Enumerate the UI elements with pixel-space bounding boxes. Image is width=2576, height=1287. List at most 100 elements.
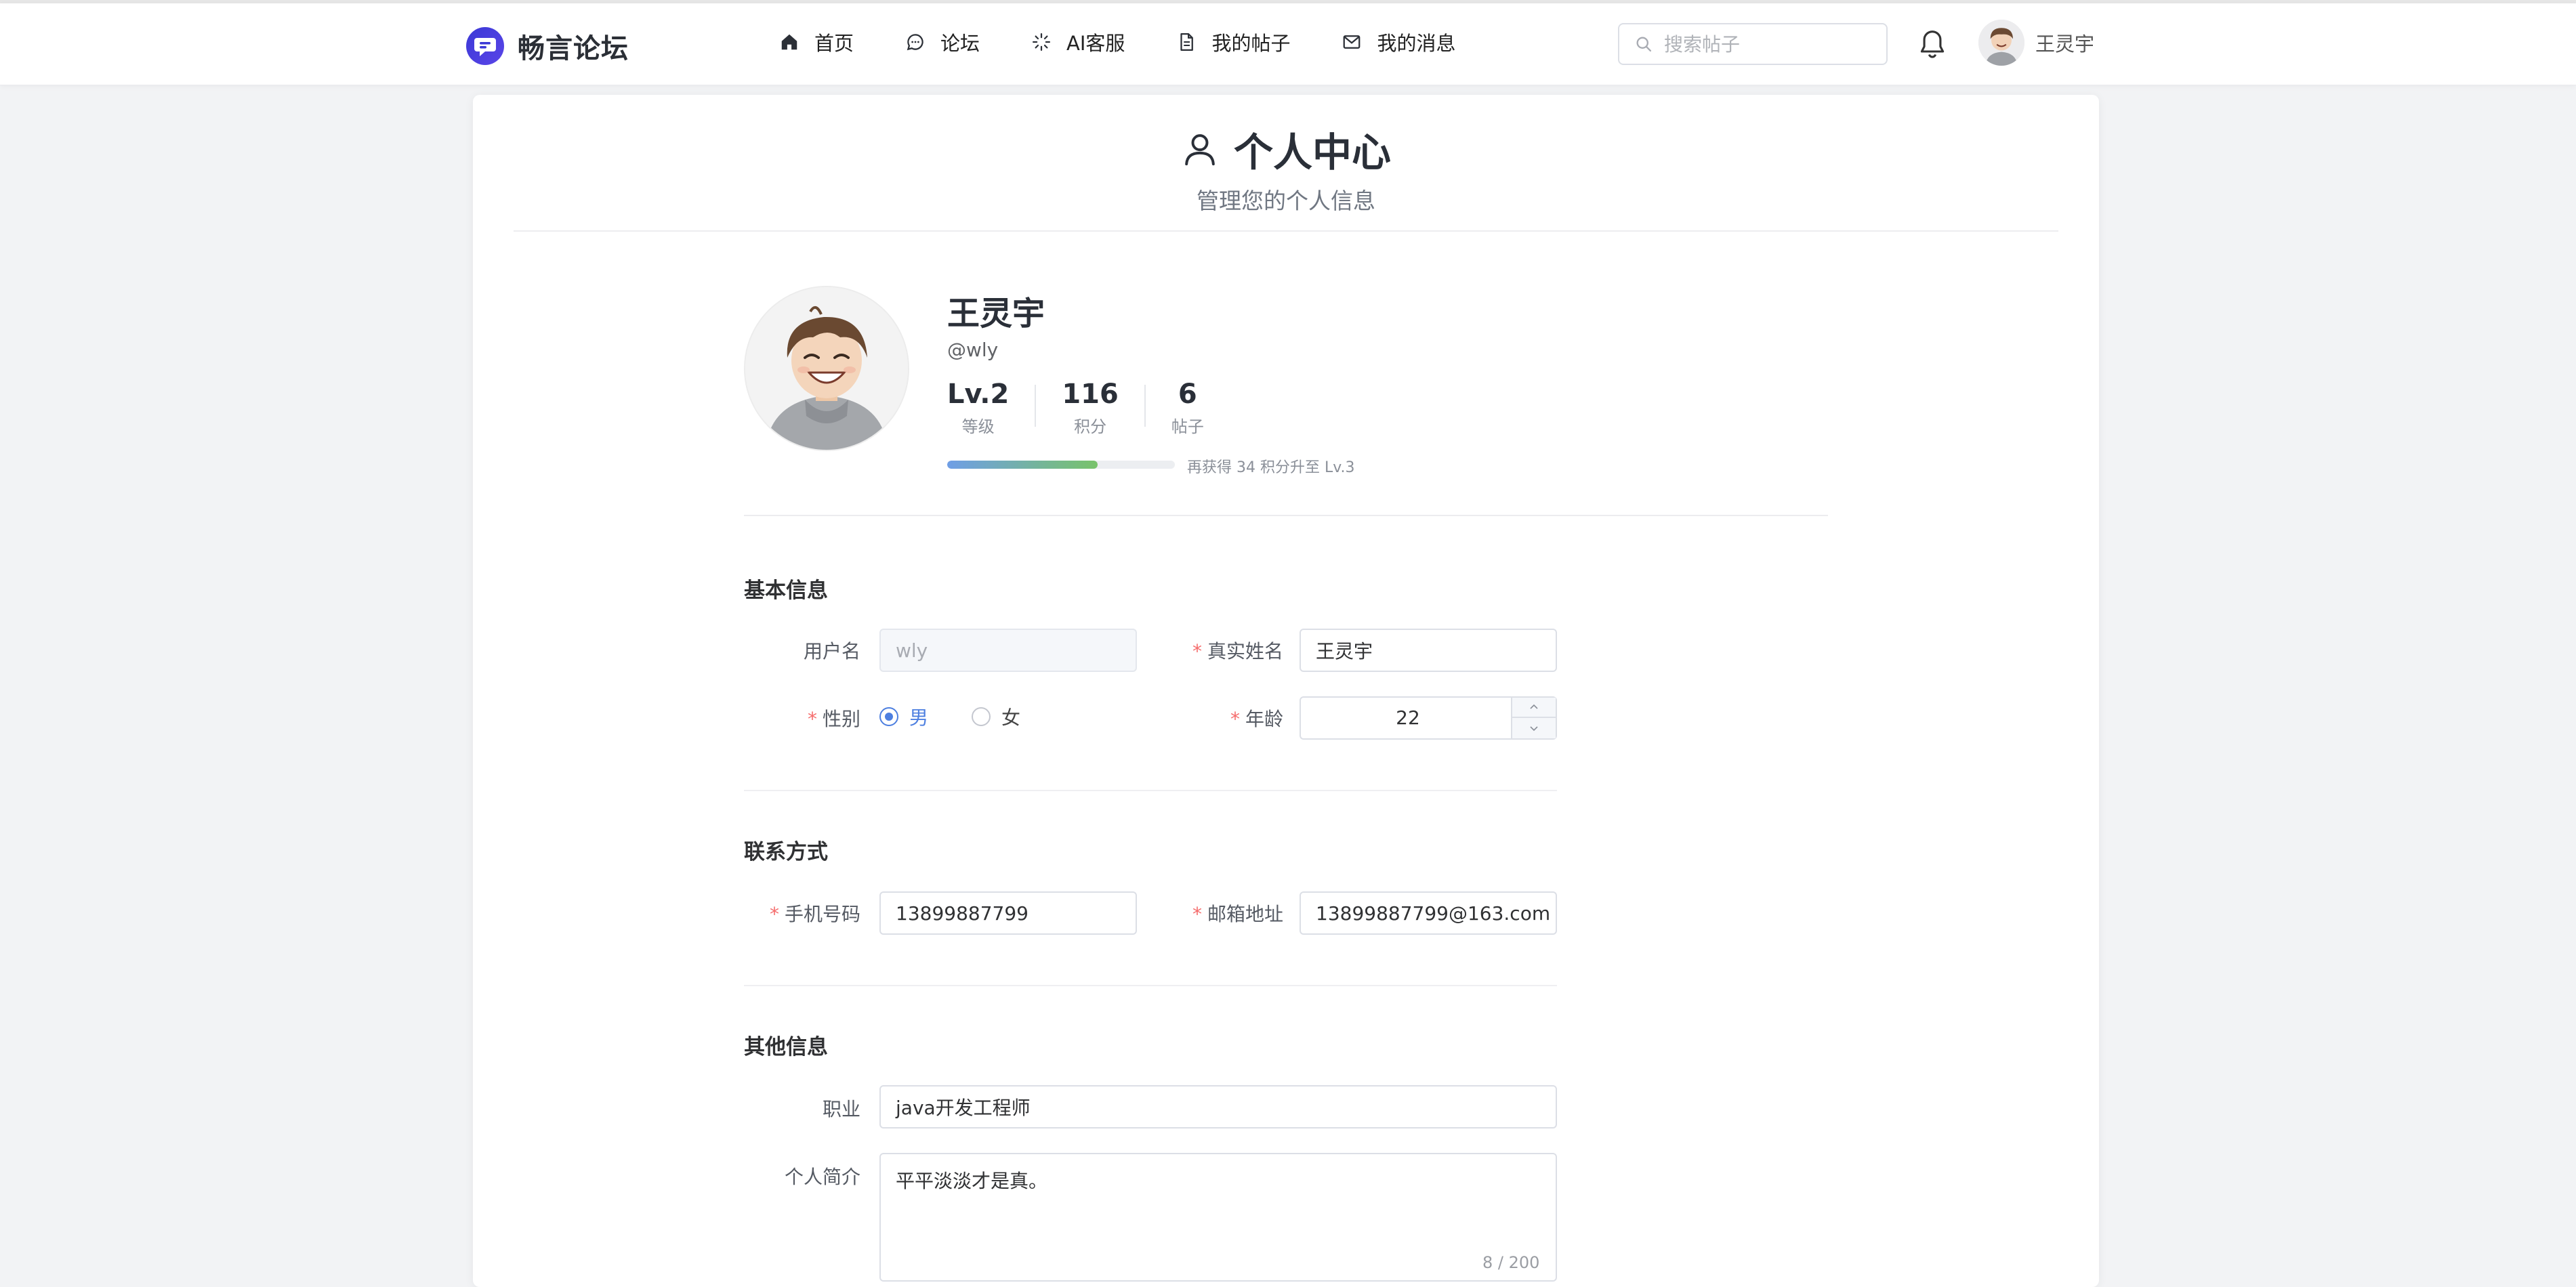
page-header: 个人中心 管理您的个人信息 xyxy=(473,121,2099,215)
bio-textarea[interactable]: 平平淡淡才是真。 xyxy=(879,1153,1557,1282)
stat-value: 116 xyxy=(1062,379,1119,410)
age-value[interactable]: 22 xyxy=(1301,698,1515,738)
profile-card: 个人中心 管理您的个人信息 王灵宇 @wly Lv.2 等级 116 积分 6 … xyxy=(473,95,2099,1287)
required-mark: * xyxy=(1230,708,1240,730)
phone-value: 13899887799 xyxy=(896,902,1029,925)
realname-label: * 真实姓名 xyxy=(1150,637,1283,664)
nav-item-label: 首页 xyxy=(814,32,854,55)
job-field[interactable]: java开发工程师 xyxy=(879,1085,1557,1128)
gender-label: * 性别 xyxy=(744,704,860,732)
page-title: 个人中心 xyxy=(1181,121,1391,177)
user-icon xyxy=(1185,134,1215,166)
stat-value: Lv.2 xyxy=(947,379,1010,410)
search-box[interactable] xyxy=(1618,23,1888,65)
phone-label: * 手机号码 xyxy=(744,900,860,927)
bio-label: 个人简介 xyxy=(744,1162,860,1189)
stat-points: 116 积分 xyxy=(1062,379,1119,437)
radio-label: 女 xyxy=(1001,706,1021,729)
required-mark: * xyxy=(1192,640,1202,662)
email-field[interactable]: 13899887799@163.com xyxy=(1300,891,1557,935)
page-title-text: 个人中心 xyxy=(1233,129,1391,175)
increment-button[interactable] xyxy=(1512,698,1556,718)
main-nav: 首页 论坛 AI客服 我的帖子 我的消息 xyxy=(779,28,1507,56)
age-stepper[interactable]: 22 xyxy=(1300,696,1557,740)
profile-name: 王灵宇 xyxy=(947,295,1045,333)
section-divider xyxy=(744,985,1557,986)
profile-avatar[interactable] xyxy=(744,286,909,451)
email-label: * 邮箱地址 xyxy=(1150,900,1283,927)
chevron-down-icon xyxy=(1530,726,1538,732)
nav-item-my-posts[interactable]: 我的帖子 xyxy=(1176,28,1290,56)
username-label-text: 用户名 xyxy=(803,640,860,662)
stat-label: 帖子 xyxy=(1171,417,1204,436)
gender-radio-female[interactable]: 女 xyxy=(972,703,1020,730)
required-mark: * xyxy=(807,708,817,730)
header-user-menu[interactable]: 王灵宇 xyxy=(1978,20,2094,66)
radio-dot xyxy=(879,707,898,726)
section-title-other: 其他信息 xyxy=(744,1035,828,1059)
header-avatar xyxy=(1978,20,2024,66)
email-label-text: 邮箱地址 xyxy=(1207,903,1283,925)
level-progress-bar xyxy=(947,461,1175,469)
level-progress-text: 再获得 34 积分升至 Lv.3 xyxy=(1187,459,1355,476)
email-value: 13899887799@163.com xyxy=(1316,902,1551,925)
page-subtitle: 管理您的个人信息 xyxy=(1197,188,1375,214)
profile-stats: Lv.2 等级 116 积分 6 帖子 xyxy=(947,379,1204,437)
top-navbar: 畅言论坛 首页 论坛 AI客服 我的帖子 我的消息 搜索帖子 王灵宇 xyxy=(0,3,2576,85)
phone-label-text: 手机号码 xyxy=(784,903,860,925)
nav-item-my-messages[interactable]: 我的消息 xyxy=(1342,28,1455,56)
realname-field[interactable]: 王灵宇 xyxy=(1300,629,1557,672)
bio-label-text: 个人简介 xyxy=(784,1166,860,1188)
username-value: wly xyxy=(896,639,928,662)
job-label: 职业 xyxy=(744,1095,860,1122)
bio-value: 平平淡淡才是真。 xyxy=(896,1170,1048,1192)
stat-label: 积分 xyxy=(1074,417,1107,436)
stat-posts: 6 帖子 xyxy=(1171,379,1204,437)
stat-label: 等级 xyxy=(961,417,995,436)
profile-handle: @wly xyxy=(947,339,999,361)
bell-icon[interactable] xyxy=(1917,28,1947,60)
stat-divider xyxy=(1144,385,1146,427)
job-value: java开发工程师 xyxy=(896,1097,1031,1119)
brand-logo[interactable]: 畅言论坛 xyxy=(466,26,629,66)
forum-logo-icon xyxy=(466,27,504,65)
section-title-contact: 联系方式 xyxy=(744,840,828,864)
username-field: wly xyxy=(879,629,1137,672)
phone-field[interactable]: 13899887799 xyxy=(879,891,1137,935)
home-icon xyxy=(781,34,797,50)
chat-icon xyxy=(907,34,923,51)
header-divider xyxy=(514,230,2058,232)
gender-label-text: 性别 xyxy=(822,708,860,730)
brand-name: 畅言论坛 xyxy=(518,33,629,64)
realname-value: 王灵宇 xyxy=(1316,640,1373,662)
stepper-buttons xyxy=(1511,698,1556,738)
nav-item-label: 我的消息 xyxy=(1377,32,1456,55)
stat-value: 6 xyxy=(1178,379,1197,410)
stat-divider xyxy=(1035,385,1037,427)
radio-dot xyxy=(972,707,991,726)
nav-item-ai-service[interactable]: AI客服 xyxy=(1031,28,1125,56)
document-icon xyxy=(1180,33,1194,51)
decrement-button[interactable] xyxy=(1512,718,1556,738)
radio-label: 男 xyxy=(909,706,929,729)
username-label: 用户名 xyxy=(744,637,860,664)
level-progress-fill xyxy=(947,461,1098,469)
nav-item-home[interactable]: 首页 xyxy=(779,28,854,56)
age-label: * 年龄 xyxy=(1150,704,1283,732)
mail-icon xyxy=(1344,35,1360,49)
required-mark: * xyxy=(769,903,779,925)
bio-char-counter: 8 / 200 xyxy=(1482,1253,1540,1272)
search-input[interactable] xyxy=(1663,32,1882,56)
chevron-up-icon xyxy=(1530,704,1538,709)
profile-divider xyxy=(744,515,1828,516)
nav-item-label: 我的帖子 xyxy=(1211,32,1291,55)
header-username: 王灵宇 xyxy=(2035,33,2095,56)
nav-item-forum[interactable]: 论坛 xyxy=(905,28,980,56)
sparkle-icon xyxy=(1033,33,1051,51)
gender-radio-male[interactable]: 男 xyxy=(879,703,928,730)
required-mark: * xyxy=(1192,903,1202,925)
search-icon xyxy=(1636,37,1652,52)
section-divider xyxy=(744,790,1557,791)
realname-label-text: 真实姓名 xyxy=(1207,640,1283,662)
section-title-basic: 基本信息 xyxy=(744,578,828,603)
